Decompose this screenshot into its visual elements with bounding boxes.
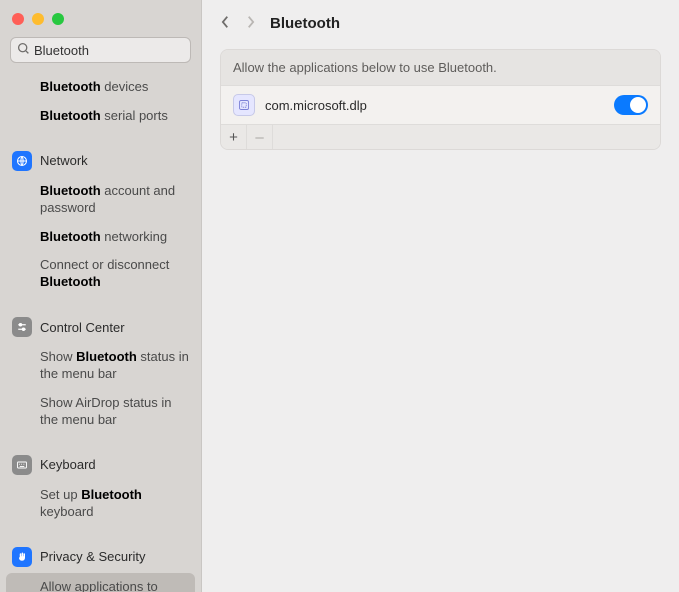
- main-header: Bluetooth: [202, 0, 679, 47]
- titlebar: [0, 0, 201, 31]
- sidebar-item-connect-bt[interactable]: Connect or disconnect Bluetooth: [0, 251, 201, 297]
- sidebar-scroll[interactable]: Bluetooth devices Bluetooth serial ports…: [0, 73, 201, 592]
- sidebar-item-bt-serial[interactable]: Bluetooth serial ports: [0, 102, 201, 131]
- sidebar-section-network: Network Bluetooth account and password B…: [0, 145, 201, 299]
- sidebar-item-allow-apps-bt[interactable]: Allow applications to access Bluetooth: [6, 573, 195, 592]
- panel-message: Allow the applications below to use Blue…: [221, 50, 660, 86]
- settings-window: Bluetooth devices Bluetooth serial ports…: [0, 0, 679, 592]
- app-toggle[interactable]: [614, 95, 648, 115]
- globe-icon: [12, 151, 32, 171]
- remove-app-button[interactable]: –: [247, 125, 273, 149]
- sidebar-section-keyboard: Keyboard Set up Bluetooth keyboard: [0, 449, 201, 529]
- sidebar-section-privacy: Privacy & Security Allow applications to…: [0, 541, 201, 592]
- app-name: com.microsoft.dlp: [265, 98, 604, 113]
- sidebar-section-controlcenter: Control Center Show Bluetooth status in …: [0, 311, 201, 437]
- add-app-button[interactable]: +: [221, 125, 247, 149]
- nav-back-button[interactable]: [220, 14, 231, 33]
- nav-forward-button: [245, 14, 256, 33]
- sidebar-item-setup-bt-keyboard[interactable]: Set up Bluetooth keyboard: [0, 481, 201, 527]
- sidebar-item-bt-account[interactable]: Bluetooth account and password: [0, 177, 201, 223]
- section-title: Control Center: [40, 320, 125, 335]
- section-title: Keyboard: [40, 457, 96, 472]
- search-input[interactable]: [30, 43, 202, 58]
- search-field[interactable]: [10, 37, 191, 63]
- section-title: Network: [40, 153, 88, 168]
- sidebar-section-header-privacy[interactable]: Privacy & Security: [0, 541, 201, 573]
- page-title: Bluetooth: [270, 15, 340, 32]
- section-title: Privacy & Security: [40, 549, 145, 564]
- fullscreen-window-button[interactable]: [52, 13, 64, 25]
- sidebar-top-group: Bluetooth devices Bluetooth serial ports: [0, 73, 201, 133]
- sidebar-item-show-bt-menu[interactable]: Show Bluetooth status in the menu bar: [0, 343, 201, 389]
- sidebar-item-bt-devices[interactable]: Bluetooth devices: [0, 73, 201, 102]
- search-icon: [17, 42, 30, 58]
- search-container: [0, 31, 201, 73]
- close-window-button[interactable]: [12, 13, 24, 25]
- traffic-lights: [12, 13, 64, 25]
- sidebar-item-bt-networking[interactable]: Bluetooth networking: [0, 223, 201, 252]
- sidebar-item-show-airdrop-menu[interactable]: Show AirDrop status in the menu bar: [0, 389, 201, 435]
- app-icon: [233, 94, 255, 116]
- sidebar-section-header-keyboard[interactable]: Keyboard: [0, 449, 201, 481]
- sidebar-section-header-network[interactable]: Network: [0, 145, 201, 177]
- app-row[interactable]: com.microsoft.dlp: [221, 86, 660, 124]
- minimize-window-button[interactable]: [32, 13, 44, 25]
- panel-footer: + –: [221, 124, 660, 149]
- main-panel: Bluetooth Allow the applications below t…: [202, 0, 679, 592]
- apps-panel: Allow the applications below to use Blue…: [220, 49, 661, 150]
- sidebar-section-header-controlcenter[interactable]: Control Center: [0, 311, 201, 343]
- hand-icon: [12, 547, 32, 567]
- sliders-icon: [12, 317, 32, 337]
- sidebar: Bluetooth devices Bluetooth serial ports…: [0, 0, 202, 592]
- keyboard-icon: [12, 455, 32, 475]
